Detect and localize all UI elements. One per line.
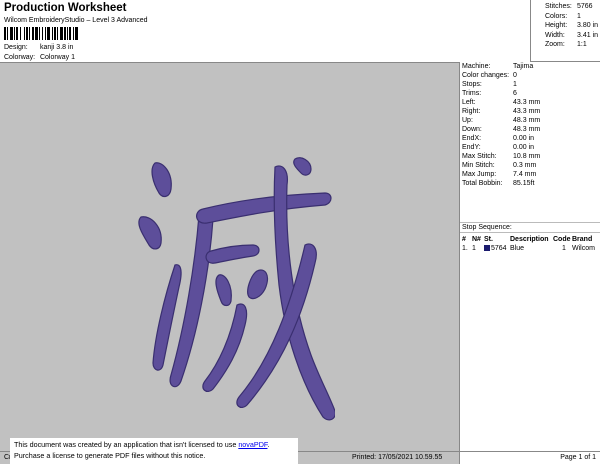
design-label: Design: [4,44,28,51]
info-row: Color changes: 0 [462,72,517,79]
notice-line-1: This document was created by an applicat… [14,440,270,449]
info-row: Machine: Tajima [462,63,534,70]
stop-sequence-table: # N# St. Description Code Brand 1. 1 576… [460,235,600,253]
column-header: Code [553,236,571,243]
info-row: Left: 43.3 mm [462,99,541,106]
thread-color-swatch [484,245,490,251]
info-row: Max Stitch: 10.8 mm [462,153,541,160]
barcode [4,27,110,40]
design-stats: Stitches: 5766 Colors: 1 Height: 3.80 in Wi… [530,0,600,62]
printed-timestamp: Printed: 17/05/2021 10.59.55 [352,454,443,461]
embroidery-kanji-design [138,157,335,421]
machine-info-panel: Machine: Tajima Color changes: 0 Stops: 1 T… [460,62,600,223]
info-row: Stops: 1 [462,81,517,88]
colorway-label: Colorway: [4,54,36,61]
water-radical-middle-dot [138,216,162,250]
column-header: Brand [572,236,593,243]
notice-line-2: Purchase a license to generate PDF files… [14,450,206,460]
row-brand: Wilcom [572,245,595,252]
colorway-value: Colorway 1 [39,54,75,61]
info-row: Down: 48.3 mm [462,126,541,133]
info-row: Min Stitch: 0.3 mm [462,162,537,169]
stop-sequence-title: Stop Sequence: [460,223,600,233]
stop-sequence-panel: Stop Sequence: # N# St. Description Code… [460,223,600,451]
stat-row: Height: 3.80 in [545,22,599,30]
row-needle: 1 [472,245,476,252]
info-row: EndY: 0.00 in [462,144,535,151]
stat-row: Zoom: 1:1 [545,41,587,49]
column-header: N# [472,236,481,243]
row-code: 1 [562,245,566,252]
worksheet-header: Production Worksheet Wilcom EmbroiderySt… [0,0,530,62]
info-row: Right: 43.3 mm [462,108,541,115]
stat-row: Colors: 1 [545,12,581,20]
row-description: Blue [510,245,525,252]
fire-left-dot [215,274,232,307]
fire-right-dot [247,269,269,300]
info-row: Total Bobbin: 85.15ft [462,180,535,187]
page-title: Production Worksheet [4,2,127,14]
inner-horizontal-stroke [205,244,260,264]
row-number: 1. [462,245,468,252]
design-preview [0,62,460,464]
info-row: Max Jump: 7.4 mm [462,171,537,178]
design-value: kanji 3.8 in [39,44,74,51]
info-row: Trims: 6 [462,90,517,97]
software-name: Wilcom EmbroideryStudio – Level 3 Advanc… [4,17,148,24]
colorway-row: Colorway: Colorway 1 [4,54,75,61]
info-row: EndX: 0.00 in [462,135,535,142]
top-horizontal-stroke [196,192,332,224]
column-header: St. [484,236,493,243]
table-header-row: # N# St. Description Code Brand [462,235,600,244]
design-row: Design: kanji 3.8 in [4,44,73,51]
license-notice: This document was created by an applicat… [10,438,298,464]
stat-row: Stitches: 5766 [545,3,593,10]
info-row: Up: 48.3 mm [462,117,541,124]
water-radical-top-dot [151,162,172,198]
page-number: Page 1 of 1 [560,454,596,461]
row-stitches: 5764 [484,244,507,253]
column-header: Description [510,236,549,243]
novapdf-link[interactable]: novaPDF [238,440,267,449]
column-header: # [462,236,466,243]
stat-row: Width: 3.41 in [545,31,599,39]
spear-dot [293,157,312,176]
fire-bottom-sweep [202,303,248,393]
table-row: 1. 1 5764 Blue 1 Wilcom [462,244,600,253]
